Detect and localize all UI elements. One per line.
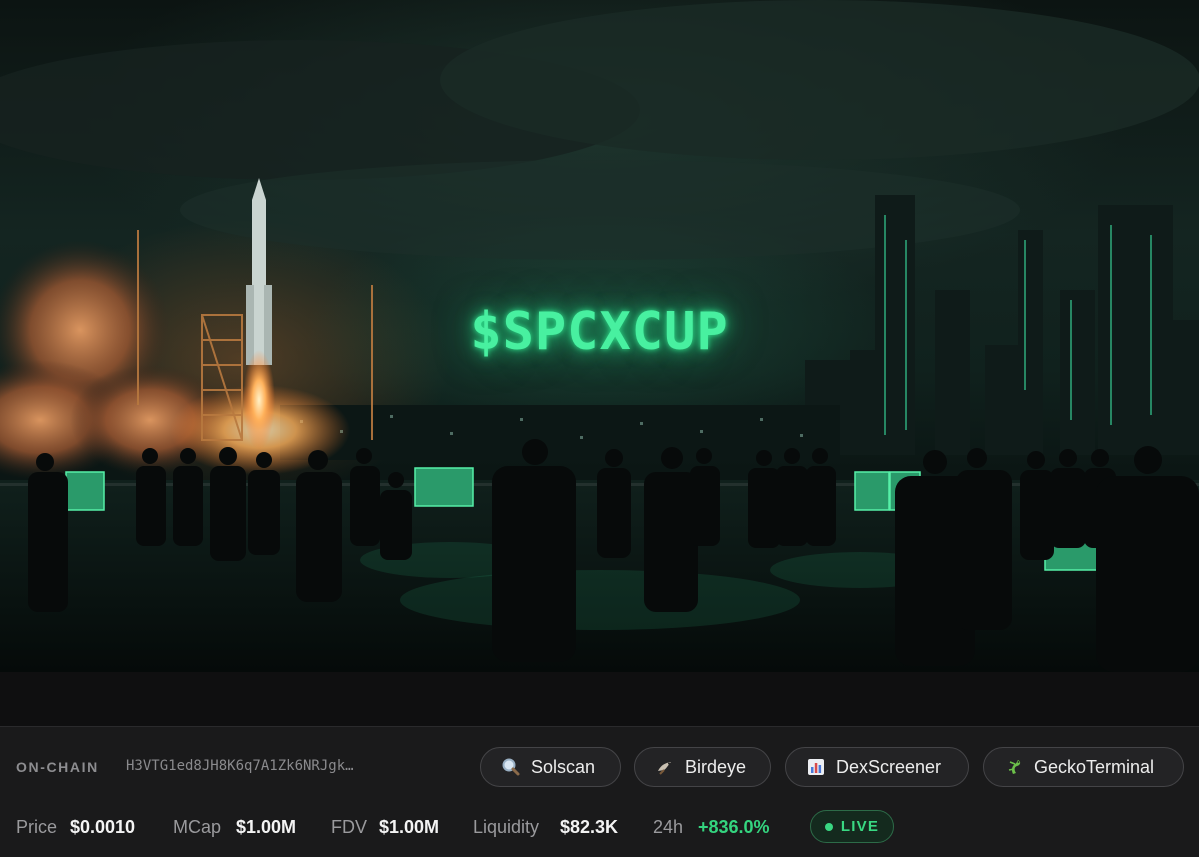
divider-band bbox=[0, 672, 1199, 727]
live-label: LIVE bbox=[840, 818, 880, 835]
liquidity-label: Liquidity bbox=[473, 817, 540, 837]
solscan-link-button[interactable]: Solscan bbox=[480, 747, 621, 787]
fdv-label: FDV bbox=[331, 817, 367, 837]
price-label: Price bbox=[16, 817, 58, 837]
birdeye-link-button[interactable]: Birdeye bbox=[634, 747, 771, 787]
change-24h-value: +836.0% bbox=[698, 817, 770, 837]
bird-icon bbox=[655, 757, 675, 777]
hero-title: $SPCXCUP bbox=[470, 302, 729, 362]
gecko-icon bbox=[1004, 757, 1024, 777]
dexscreener-label: DexScreener bbox=[836, 756, 942, 777]
fdv-value: $1.00M bbox=[379, 817, 440, 837]
onchain-label: ON-CHAIN bbox=[16, 759, 99, 775]
liquidity-value: $82.3K bbox=[560, 817, 619, 837]
live-status-badge: LIVE bbox=[810, 810, 894, 843]
change-24h-label: 24h bbox=[653, 817, 684, 837]
mcap-value: $1.00M bbox=[236, 817, 297, 837]
solscan-label: Solscan bbox=[531, 756, 596, 777]
bar-chart-icon bbox=[806, 757, 826, 777]
geckoterminal-label: GeckoTerminal bbox=[1034, 756, 1155, 777]
live-dot-icon bbox=[824, 822, 833, 831]
contract-address[interactable]: H3VTG1ed8JH8K6q7A1Zk6NRJgk… bbox=[126, 758, 354, 774]
price-value: $0.0010 bbox=[70, 817, 136, 837]
magnifier-icon bbox=[501, 757, 521, 777]
birdeye-label: Birdeye bbox=[685, 756, 747, 777]
hero-banner: $SPCXCUP bbox=[0, 0, 1199, 672]
dexscreener-link-button[interactable]: DexScreener bbox=[785, 747, 969, 787]
geckoterminal-link-button[interactable]: GeckoTerminal bbox=[983, 747, 1184, 787]
mcap-label: MCap bbox=[173, 817, 222, 837]
